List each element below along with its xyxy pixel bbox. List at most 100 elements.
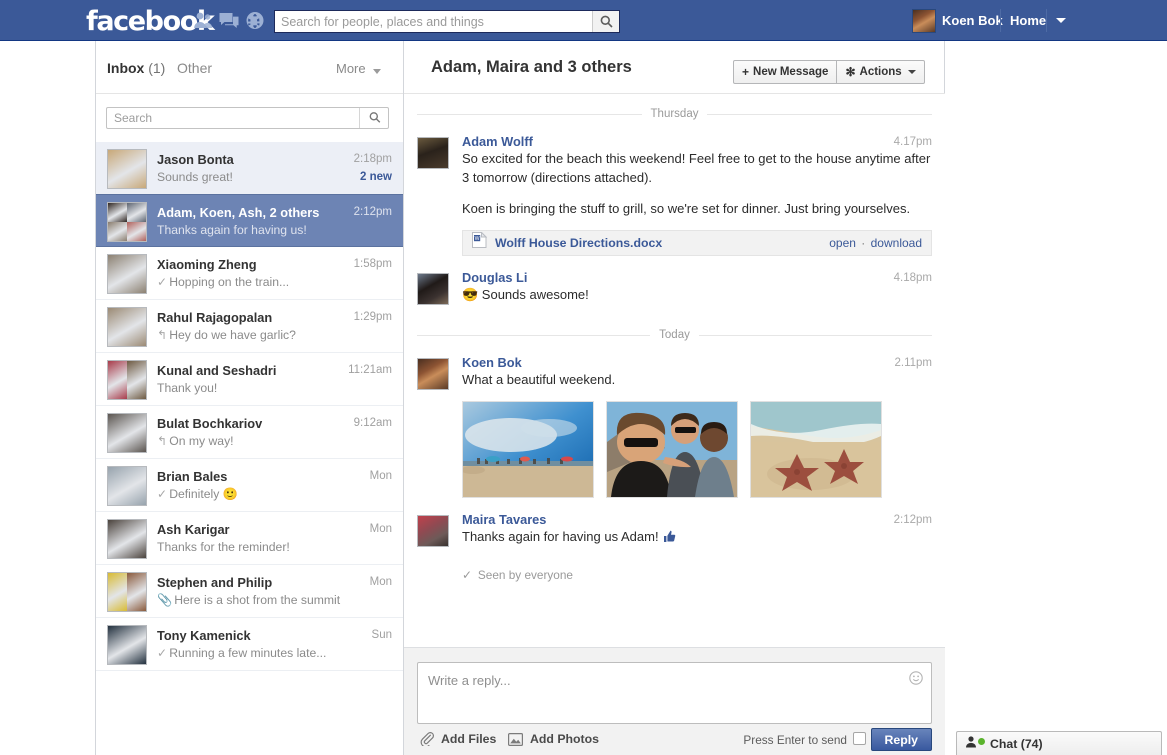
conversation-row[interactable]: Rahul Rajagopalan↰Hey do we have garlic?…: [96, 300, 403, 353]
photo-icon: [508, 733, 523, 746]
avatar[interactable]: [417, 358, 449, 390]
conversation-snippet-text: Sounds great!: [157, 170, 233, 184]
conversation-snippet-text: Running a few minutes late...: [169, 646, 326, 660]
conversation-snippet: ✓Running a few minutes late...: [157, 646, 392, 660]
avatar[interactable]: [107, 307, 147, 347]
globe-icon[interactable]: [245, 11, 265, 30]
conversation-timestamp: 1:29pm: [354, 311, 392, 323]
conversation-snippet: Sounds great!: [157, 170, 392, 184]
avatar[interactable]: [417, 515, 449, 547]
reply-textarea[interactable]: [418, 663, 903, 723]
reply-input-box[interactable]: [417, 662, 932, 724]
more-dropdown[interactable]: More: [336, 61, 366, 76]
avatar[interactable]: [107, 254, 147, 294]
avatar[interactable]: [107, 572, 147, 612]
three-friends-photo[interactable]: [606, 401, 738, 498]
attachment-filename[interactable]: Wolff House Directions.docx: [495, 236, 662, 250]
conversation-row[interactable]: Kunal and SeshadriThank you!11:21am: [96, 353, 403, 406]
conversation-snippet-text: Definitely 🙂: [169, 487, 238, 501]
chevron-down-icon[interactable]: [1056, 18, 1066, 23]
avatar[interactable]: [107, 625, 147, 665]
message-text: What a beautiful weekend.: [462, 371, 932, 390]
avatar[interactable]: [417, 273, 449, 305]
conversation-snippet: ✓Hopping on the train...: [157, 275, 392, 289]
avatar[interactable]: [107, 413, 147, 453]
beach-crowd-photo[interactable]: [462, 401, 594, 498]
conversation-timestamp: 9:12am: [354, 417, 392, 429]
reply-composer: Add Files Add Photos Press Enter to send…: [404, 647, 945, 755]
message-text: So excited for the beach this weekend! F…: [462, 150, 932, 187]
user-name-link[interactable]: Koen Bok: [942, 13, 1003, 28]
tab-inbox[interactable]: Inbox (1): [107, 60, 165, 76]
conversation-list[interactable]: Jason BontaSounds great!2:18pm2 newAdam,…: [96, 142, 403, 755]
message-item: Adam Wolff 4.17pm So excited for the bea…: [417, 130, 932, 266]
day-separator-label: Thursday: [642, 108, 708, 120]
nav-divider: [1000, 9, 1001, 32]
search-input[interactable]: [107, 108, 359, 128]
avatar[interactable]: [107, 202, 147, 242]
add-files-button[interactable]: Add Files: [420, 732, 496, 746]
conversation-row[interactable]: Stephen and Philip📎Here is a shot from t…: [96, 565, 403, 618]
add-files-label: Add Files: [441, 732, 496, 746]
message-author[interactable]: Maira Tavares: [462, 512, 932, 527]
photo-attachment-group: [462, 401, 932, 498]
messages-icon[interactable]: [219, 11, 239, 30]
messages-header: Inbox (1) Other More Adam, Maira and 3 o…: [96, 41, 945, 94]
search-input[interactable]: [275, 11, 592, 32]
add-photos-button[interactable]: Add Photos: [508, 732, 599, 746]
conversation-snippet: Thank you!: [157, 381, 392, 395]
tab-other[interactable]: Other: [177, 60, 212, 76]
avatar[interactable]: [107, 360, 147, 400]
conversation-snippet-text: On my way!: [169, 434, 233, 448]
reply-button-label: Reply: [885, 733, 919, 747]
home-link[interactable]: Home: [1010, 13, 1046, 28]
conversation-row[interactable]: Jason BontaSounds great!2:18pm2 new: [96, 142, 403, 195]
global-search-box[interactable]: [274, 10, 620, 33]
conversation-row[interactable]: Bulat Bochkariov↰On my way!9:12am: [96, 406, 403, 459]
seen-status: ✓Seen by everyone: [462, 568, 932, 582]
unread-badge: 2 new: [360, 171, 392, 183]
chevron-down-icon[interactable]: [373, 69, 381, 74]
attachment-open-link[interactable]: open: [829, 236, 856, 250]
attachment-row[interactable]: W Wolff House Directions.docx open · dow…: [462, 230, 932, 256]
avatar[interactable]: [107, 519, 147, 559]
starfish-sand-photo[interactable]: [750, 401, 882, 498]
snippet-prefix-icon: ✓: [157, 487, 167, 501]
snippet-prefix-icon: ↰: [157, 434, 167, 448]
chat-label[interactable]: Chat (74): [990, 737, 1043, 751]
reply-button[interactable]: Reply: [871, 728, 933, 751]
conversation-name: Brian Bales: [157, 469, 392, 484]
smiley-icon[interactable]: [909, 671, 923, 690]
conversation-row[interactable]: Adam, Koen, Ash, 2 othersThanks again fo…: [96, 194, 403, 247]
search-submit-button[interactable]: [359, 108, 388, 128]
chat-bar[interactable]: Chat (74): [956, 731, 1162, 755]
check-icon: ✓: [462, 568, 472, 582]
svg-text:W: W: [475, 236, 480, 242]
conversation-snippet: 📎Here is a shot from the summit: [157, 593, 392, 607]
message-author[interactable]: Koen Bok: [462, 355, 932, 370]
press-enter-checkbox[interactable]: [853, 732, 866, 745]
conversation-snippet-text: Hopping on the train...: [169, 275, 289, 289]
conversation-search-box[interactable]: [106, 107, 389, 129]
conversation-snippet: Thanks again for having us!: [157, 223, 392, 237]
avatar[interactable]: [107, 466, 147, 506]
conversation-timestamp: Mon: [370, 470, 392, 482]
actions-button[interactable]: ✻ Actions: [837, 60, 924, 84]
conversation-row[interactable]: Ash KarigarThanks for the reminder!Mon: [96, 512, 403, 565]
search-submit-button[interactable]: [592, 11, 619, 32]
conversation-timestamp: 1:58pm: [354, 258, 392, 270]
friends-icon[interactable]: [193, 11, 213, 30]
message-author[interactable]: Douglas Li: [462, 270, 932, 285]
new-message-button[interactable]: + New Message: [733, 60, 837, 84]
avatar[interactable]: [912, 9, 936, 33]
message-thread-scroll[interactable]: Thursday Adam Wolff 4.17pm So excited fo…: [404, 94, 945, 647]
conversation-row[interactable]: Tony Kamenick✓Running a few minutes late…: [96, 618, 403, 671]
avatar[interactable]: [107, 149, 147, 189]
message-text: 😎 Sounds awesome!: [462, 286, 932, 305]
message-author[interactable]: Adam Wolff: [462, 134, 932, 149]
conversation-row[interactable]: Xiaoming Zheng✓Hopping on the train...1:…: [96, 247, 403, 300]
avatar[interactable]: [417, 137, 449, 169]
thumbs-up-icon: [663, 530, 676, 549]
attachment-download-link[interactable]: download: [871, 236, 922, 250]
conversation-row[interactable]: Brian Bales ✓Definitely 🙂 Mon: [96, 459, 403, 512]
